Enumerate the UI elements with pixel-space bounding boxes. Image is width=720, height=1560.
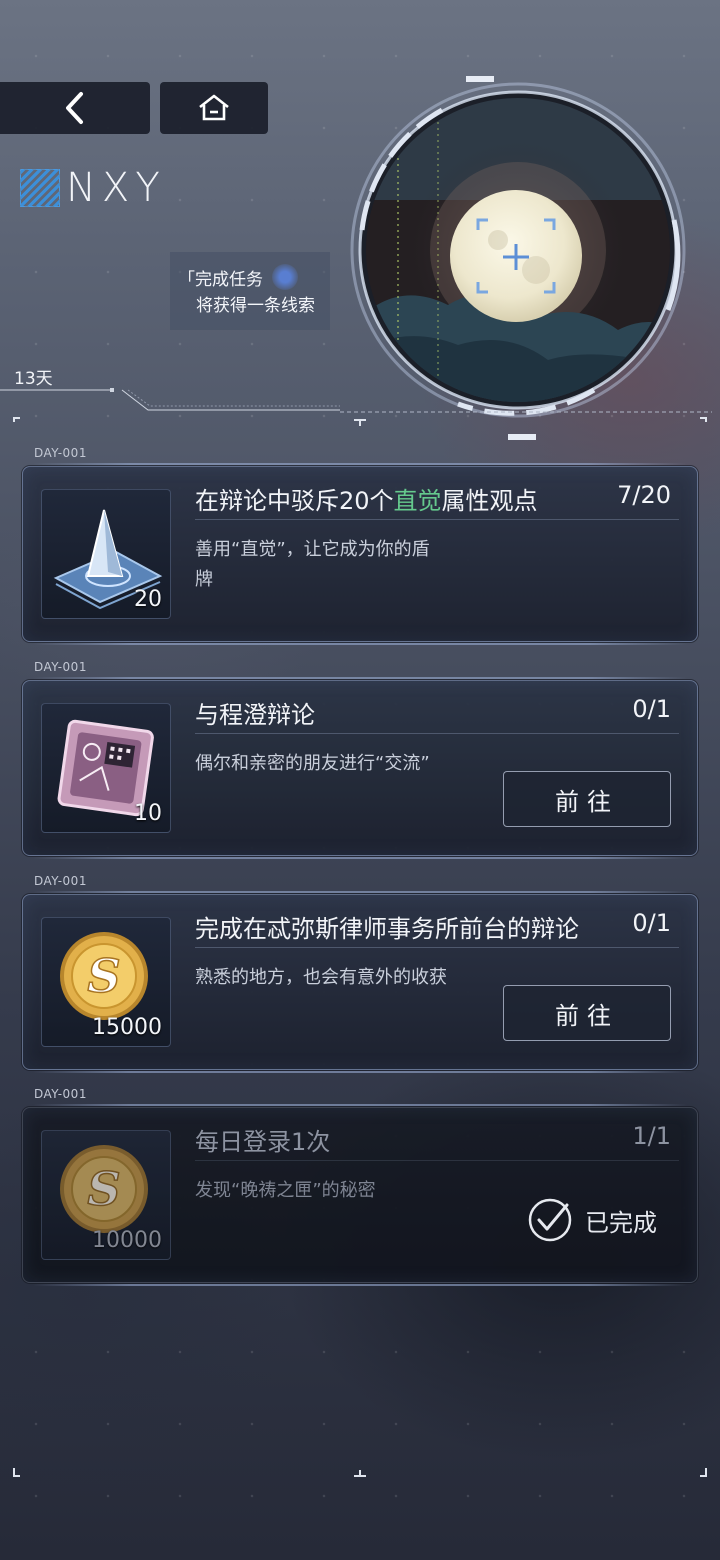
back-button[interactable]: [0, 82, 150, 134]
home-button[interactable]: [160, 82, 268, 134]
task-title: 完成在忒弥斯律师事务所前台的辩论: [195, 915, 579, 943]
task-progress: 0/1: [632, 909, 671, 937]
task-title-pre: 在辩论中驳斥20个: [195, 487, 394, 515]
clue-line-1: 「完成任务: [178, 270, 263, 290]
task-progress: 1/1: [632, 1122, 671, 1150]
nxy-logo: NXY: [20, 168, 166, 208]
task-title: 每日登录1次: [195, 1128, 331, 1156]
reward-count: 10: [134, 801, 162, 826]
frame-corners: [13, 1468, 707, 1477]
task-description: 发现“晚祷之匣”的秘密: [195, 1180, 376, 1201]
completed-label: 已完成: [585, 1208, 657, 1237]
task-title-highlight: 直觉: [393, 487, 442, 515]
clue-line-2: 将获得一条线索: [196, 296, 315, 316]
task-card: 20 在辩论中驳斥20个直觉属性观点 7/20 善用“直觉”，让它成为你的盾 牌: [22, 463, 698, 645]
reward-count: 15000: [92, 1015, 162, 1040]
task-card-completed: S 10000 每日登录1次 1/1 发现“晚祷之匣”的秘密 已完成: [22, 1104, 698, 1286]
radar-baseline: [13, 411, 712, 426]
completed-status: 已完成: [527, 1198, 657, 1242]
task-description: 善用“直觉”，让它成为你的盾 牌: [195, 535, 430, 595]
day-label: DAY-001: [34, 1087, 87, 1101]
day-label: DAY-001: [34, 874, 87, 888]
reward-icon-box: S 15000: [41, 917, 171, 1047]
svg-text:S: S: [87, 1162, 120, 1216]
divider: [195, 947, 679, 948]
go-button[interactable]: 前往: [503, 771, 671, 827]
task-title: 在辩论中驳斥20个直觉属性观点: [195, 481, 538, 516]
divider: [195, 733, 679, 734]
task-progress: 0/1: [632, 695, 671, 723]
logo-mark-icon: [20, 169, 60, 207]
task-description: 熟悉的地方，也会有意外的收获: [195, 967, 447, 988]
task-title-post: 属性观点: [441, 487, 538, 515]
alert-dot-icon: [272, 264, 298, 290]
svg-text:S: S: [87, 949, 120, 1003]
reward-count: 10000: [92, 1228, 162, 1253]
check-circle-icon: [528, 1198, 572, 1242]
home-icon: [199, 94, 229, 121]
reward-icon-box: 10: [41, 703, 171, 833]
divider: [195, 519, 679, 520]
task-description-line-2: 牌: [195, 569, 213, 590]
moon-radar[interactable]: [338, 70, 708, 450]
task-card: 10 与程澄辩论 0/1 偶尔和亲密的朋友进行“交流” 前往: [22, 677, 698, 859]
reward-icon-box: 20: [41, 489, 171, 619]
reward-count: 20: [134, 587, 162, 612]
go-button[interactable]: 前往: [503, 985, 671, 1041]
task-description: 偶尔和亲密的朋友进行“交流”: [195, 753, 430, 774]
divider: [195, 1160, 679, 1161]
day-label: DAY-001: [34, 446, 87, 460]
task-description-line-1: 善用“直觉”，让它成为你的盾: [195, 539, 430, 560]
chevron-left-icon: [66, 92, 83, 124]
reward-icon-box: S 10000: [41, 1130, 171, 1260]
task-card: S 15000 完成在忒弥斯律师事务所前台的辩论 0/1 熟悉的地方，也会有意外…: [22, 891, 698, 1073]
logo-text: NXY: [66, 165, 166, 211]
task-title: 与程澄辩论: [195, 701, 315, 729]
day-label: DAY-001: [34, 660, 87, 674]
days-remaining: 13天: [14, 369, 53, 389]
clue-notice: 「完成任务 将获得一条线索: [170, 252, 330, 330]
task-progress: 7/20: [617, 481, 671, 509]
